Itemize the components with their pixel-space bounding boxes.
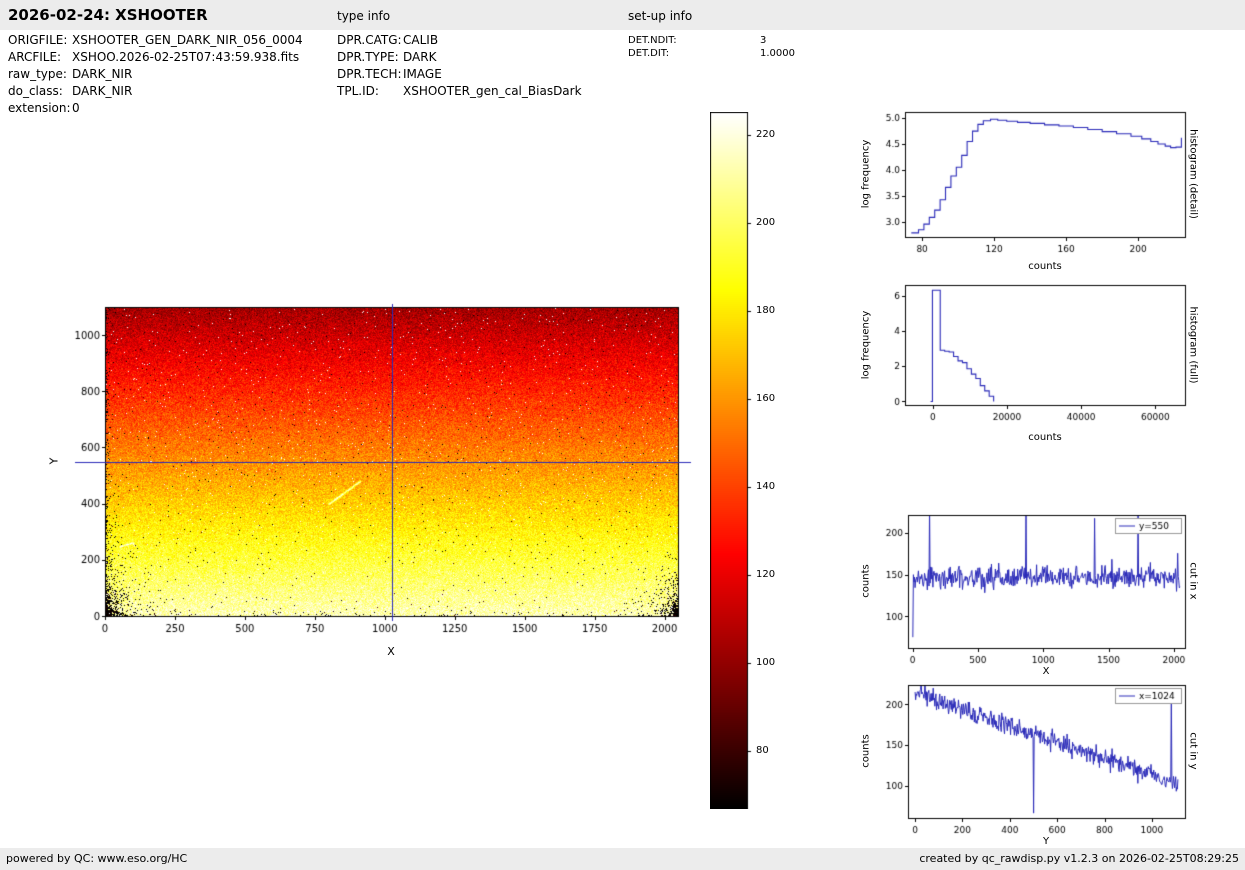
extension-value: 0 (72, 101, 80, 115)
type-info-row: DPR.CATG:CALIB (337, 32, 582, 49)
origfile-label: ORIGFILE: (8, 32, 72, 49)
doclass-value: DARK_NIR (72, 84, 132, 98)
tpl-id-label: TPL.ID: (337, 83, 403, 100)
tpl-id-value: XSHOOTER_gen_cal_BiasDark (403, 84, 582, 98)
colorbar-tick-label: 160 (756, 393, 775, 404)
colorbar-tick-label: 100 (756, 657, 775, 668)
cut-in-y-xaxis-label: Y (1043, 836, 1049, 847)
setup-info-row: DET.NDIT:3 (628, 34, 795, 47)
arcfile-label: ARCFILE: (8, 49, 72, 66)
file-info-row: extension:0 (8, 100, 303, 117)
cut-in-y-yaxis-label: counts (861, 734, 872, 767)
colorbar-tick-label: 200 (756, 217, 775, 228)
colorbar-tick-label: 80 (756, 745, 769, 756)
cut-in-x-yaxis-label: counts (861, 564, 872, 597)
file-info-row: ARCFILE:XSHOO.2026-02-25T07:43:59.938.fi… (8, 49, 303, 66)
detector-image-canvas (60, 295, 710, 645)
footer-right-text: created by qc_rawdisp.py v1.2.3 on 2026-… (919, 848, 1239, 870)
footer-left-text: powered by QC: www.eso.org/HC (6, 848, 187, 870)
dpr-type-label: DPR.TYPE: (337, 49, 403, 66)
cut-in-y-side-label: cut in y (1188, 732, 1199, 769)
rawtype-value: DARK_NIR (72, 67, 132, 81)
rawtype-label: raw_type: (8, 66, 72, 83)
origfile-value: XSHOOTER_GEN_DARK_NIR_056_0004 (72, 33, 303, 47)
cut-in-x-canvas (860, 508, 1205, 676)
histogram-full-xaxis-label: counts (1028, 432, 1061, 443)
setup-info-row: DET.DIT:1.0000 (628, 47, 795, 60)
footer-bar: powered by QC: www.eso.org/HC created by… (0, 848, 1245, 870)
cut-in-x-side-label: cut in x (1188, 562, 1199, 599)
setup-info-heading: set-up info (628, 9, 692, 23)
doclass-label: do_class: (8, 83, 72, 100)
dpr-catg-value: CALIB (403, 33, 438, 47)
colorbar-ticks: 80 100 120 140 160 180 200 220 (710, 112, 800, 812)
page-title: 2026-02-24: XSHOOTER (8, 6, 208, 24)
type-info-row: TPL.ID:XSHOOTER_gen_cal_BiasDark (337, 83, 582, 100)
type-info-row: DPR.TECH:IMAGE (337, 66, 582, 83)
colorbar-tick-label: 180 (756, 305, 775, 316)
det-ndit-label: DET.NDIT: (628, 34, 760, 47)
cut-in-y-canvas (860, 678, 1205, 846)
file-info-row: do_class:DARK_NIR (8, 83, 303, 100)
histogram-full-side-label: histogram (full) (1188, 306, 1199, 383)
cut-in-x-xaxis-label: X (1043, 666, 1050, 677)
histogram-detail-yaxis-label: log frequency (861, 140, 872, 209)
dpr-tech-label: DPR.TECH: (337, 66, 403, 83)
type-info-heading: type info (337, 9, 390, 23)
header-bar: 2026-02-24: XSHOOTER type info set-up in… (0, 0, 1245, 30)
arcfile-value: XSHOO.2026-02-25T07:43:59.938.fits (72, 50, 299, 64)
qc-report-page: 2026-02-24: XSHOOTER type info set-up in… (0, 0, 1245, 870)
file-info-row: ORIGFILE:XSHOOTER_GEN_DARK_NIR_056_0004 (8, 32, 303, 49)
extension-label: extension: (8, 100, 72, 117)
type-info-row: DPR.TYPE:DARK (337, 49, 582, 66)
colorbar-tick-label: 220 (756, 129, 775, 140)
setup-info-block: DET.NDIT:3 DET.DIT:1.0000 (628, 34, 795, 60)
file-info-block: ORIGFILE:XSHOOTER_GEN_DARK_NIR_056_0004 … (8, 32, 303, 117)
histogram-full-yaxis-label: log frequency (861, 311, 872, 380)
type-info-block: DPR.CATG:CALIB DPR.TYPE:DARK DPR.TECH:IM… (337, 32, 582, 100)
det-dit-value: 1.0000 (760, 48, 795, 59)
histogram-detail-canvas (860, 104, 1205, 269)
det-dit-label: DET.DIT: (628, 47, 760, 60)
colorbar-tick-label: 120 (756, 569, 775, 580)
detector-xaxis-label: X (387, 645, 395, 658)
histogram-full-canvas (860, 277, 1205, 437)
colorbar-tick-label: 140 (756, 481, 775, 492)
det-ndit-value: 3 (760, 35, 766, 46)
detector-yaxis-label: Y (48, 458, 61, 465)
dpr-tech-value: IMAGE (403, 67, 442, 81)
histogram-detail-xaxis-label: counts (1028, 261, 1061, 272)
dpr-catg-label: DPR.CATG: (337, 32, 403, 49)
histogram-detail-side-label: histogram (detail) (1188, 129, 1199, 219)
file-info-row: raw_type:DARK_NIR (8, 66, 303, 83)
dpr-type-value: DARK (403, 50, 436, 64)
